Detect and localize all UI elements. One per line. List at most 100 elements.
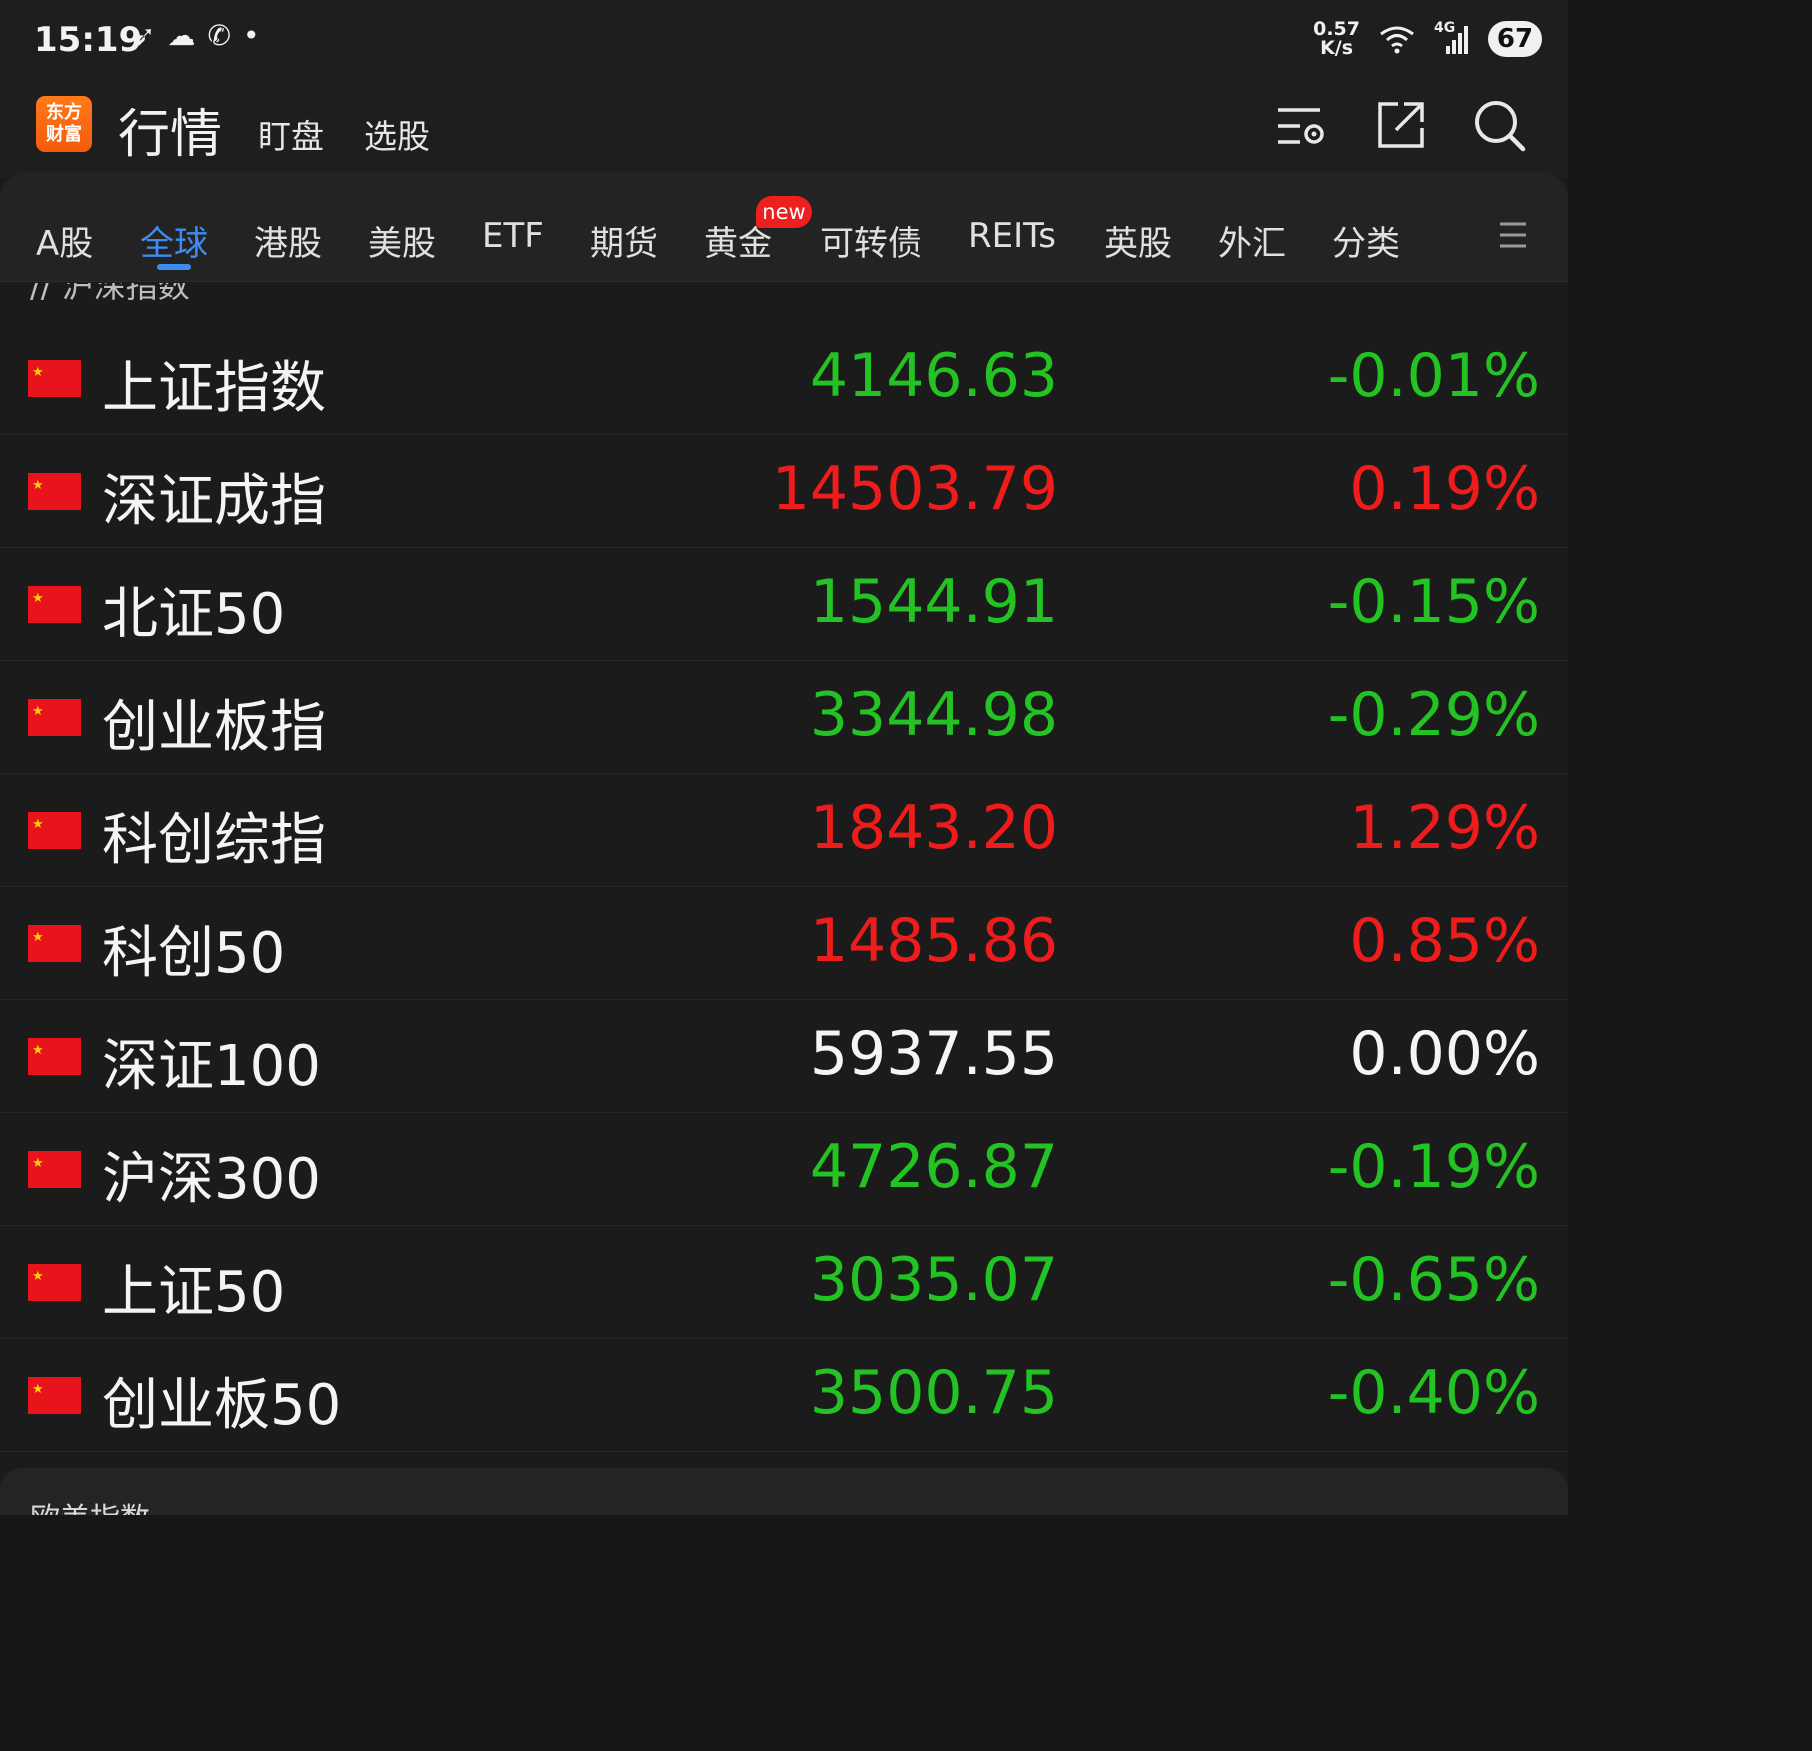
svg-text:★: ★ bbox=[32, 478, 44, 493]
index-row[interactable]: ★ 创业板50 3500.75 -0.40% bbox=[0, 1340, 1568, 1452]
index-change: 1.29% bbox=[1349, 793, 1540, 863]
tab-convertible-bonds[interactable]: 可转债 bbox=[820, 216, 922, 265]
index-name: 科创50 bbox=[102, 921, 286, 986]
svg-text:★: ★ bbox=[32, 1156, 44, 1171]
index-name: 深证成指 bbox=[102, 469, 326, 534]
index-price: 5937.55 bbox=[809, 1019, 1058, 1089]
menu-icon[interactable] bbox=[1498, 218, 1528, 252]
net-speed-unit: K/s bbox=[1320, 37, 1354, 59]
index-name: 创业板50 bbox=[102, 1373, 342, 1438]
index-name: 深证100 bbox=[102, 1034, 321, 1099]
index-change: -0.15% bbox=[1327, 567, 1540, 637]
index-change: -0.19% bbox=[1327, 1132, 1540, 1202]
index-price: 3035.07 bbox=[809, 1245, 1058, 1315]
app-logo[interactable]: 东方 财富 bbox=[36, 96, 92, 152]
status-time: 15:19 bbox=[34, 20, 143, 60]
tab-reits[interactable]: REITs bbox=[968, 216, 1056, 256]
section-header-western-indices[interactable]: 欧美指数 bbox=[0, 1468, 1568, 1515]
svg-text:★: ★ bbox=[32, 1269, 44, 1284]
send-icon: ➶ bbox=[132, 19, 156, 52]
index-row[interactable]: ★ 科创50 1485.86 0.85% bbox=[0, 888, 1568, 1000]
index-price: 1843.20 bbox=[809, 793, 1058, 863]
dot-icon: • bbox=[242, 19, 260, 52]
index-change: 0.19% bbox=[1349, 454, 1540, 524]
index-name: 上证指数 bbox=[102, 356, 326, 421]
index-price: 3344.98 bbox=[809, 680, 1058, 750]
tab-a-shares[interactable]: A股 bbox=[36, 216, 93, 265]
index-name: 创业板指 bbox=[102, 695, 326, 760]
china-flag-icon: ★ bbox=[28, 1264, 81, 1301]
system-status: 0.57 K/s 4G 67 bbox=[1313, 20, 1542, 58]
section-header-cn-indices[interactable]: // 沪深指数 bbox=[0, 283, 1568, 323]
china-flag-icon: ★ bbox=[28, 1038, 81, 1075]
market-screen: 15:19 ➶ ☁ ✆ • 0.57 K/s 4G 67 东方 财富 行情 盯盘… bbox=[0, 0, 1568, 1515]
wifi-icon bbox=[1380, 26, 1414, 54]
section-title-cn-indices: // 沪深指数 bbox=[30, 283, 190, 305]
china-flag-icon: ★ bbox=[28, 473, 81, 510]
status-bar: 15:19 ➶ ☁ ✆ • 0.57 K/s 4G 67 bbox=[0, 0, 1568, 86]
logo-text-bottom: 财富 bbox=[46, 124, 82, 145]
wechat-icon: ☁ bbox=[167, 19, 196, 52]
index-row[interactable]: ★ 科创综指 1843.20 1.29% bbox=[0, 775, 1568, 887]
svg-text:★: ★ bbox=[32, 365, 44, 380]
battery-indicator: 67 bbox=[1488, 21, 1542, 57]
china-flag-icon: ★ bbox=[28, 925, 81, 962]
network-speed: 0.57 K/s bbox=[1313, 20, 1360, 58]
page-title[interactable]: 行情 bbox=[118, 92, 222, 167]
list-settings-icon[interactable] bbox=[1274, 96, 1332, 154]
phone-icon: ✆ bbox=[207, 19, 231, 52]
header-tab-watch[interactable]: 盯盘 bbox=[258, 110, 324, 158]
index-row[interactable]: ★ 创业板指 3344.98 -0.29% bbox=[0, 662, 1568, 774]
tab-us-shares[interactable]: 美股 bbox=[368, 216, 436, 265]
tab-futures[interactable]: 期货 bbox=[590, 216, 658, 265]
index-change: -0.65% bbox=[1327, 1245, 1540, 1315]
index-change: -0.29% bbox=[1327, 680, 1540, 750]
notification-icons: ➶ ☁ ✆ • bbox=[132, 22, 259, 50]
index-change: -0.40% bbox=[1327, 1358, 1540, 1428]
china-flag-icon: ★ bbox=[28, 360, 81, 397]
index-row[interactable]: ★ 深证成指 14503.79 0.19% bbox=[0, 436, 1568, 548]
index-price: 1485.86 bbox=[809, 906, 1058, 976]
cellular-signal: 4G bbox=[1434, 20, 1470, 56]
china-flag-icon: ★ bbox=[28, 1377, 81, 1414]
china-flag-icon: ★ bbox=[28, 586, 81, 623]
active-tab-indicator bbox=[157, 264, 191, 270]
svg-text:★: ★ bbox=[32, 704, 44, 719]
share-icon[interactable] bbox=[1372, 96, 1430, 154]
index-row[interactable]: ★ 上证指数 4146.63 -0.01% bbox=[0, 323, 1568, 435]
index-name: 科创综指 bbox=[102, 808, 326, 873]
section-title-western-indices: 欧美指数 bbox=[30, 1494, 150, 1515]
index-price: 4726.87 bbox=[809, 1132, 1058, 1202]
index-row[interactable]: ★ 沪深300 4726.87 -0.19% bbox=[0, 1114, 1568, 1226]
index-row[interactable]: ★ 深证100 5937.55 0.00% bbox=[0, 1001, 1568, 1113]
svg-text:★: ★ bbox=[32, 591, 44, 606]
index-row[interactable]: ★ 北证50 1544.91 -0.15% bbox=[0, 549, 1568, 661]
tab-forex[interactable]: 外汇 bbox=[1218, 216, 1286, 265]
china-flag-icon: ★ bbox=[28, 812, 81, 849]
index-change: 0.85% bbox=[1349, 906, 1540, 976]
svg-text:★: ★ bbox=[32, 1043, 44, 1058]
index-change: 0.00% bbox=[1349, 1019, 1540, 1089]
tab-global[interactable]: 全球 bbox=[140, 216, 208, 265]
tab-etf[interactable]: ETF bbox=[482, 216, 544, 256]
signal-icon bbox=[1446, 26, 1468, 54]
index-name: 北证50 bbox=[102, 582, 286, 647]
index-row[interactable]: ★ 上证50 3035.07 -0.65% bbox=[0, 1227, 1568, 1339]
index-name: 上证50 bbox=[102, 1260, 286, 1325]
tab-uk-shares[interactable]: 英股 bbox=[1104, 216, 1172, 265]
search-icon[interactable] bbox=[1470, 96, 1528, 154]
app-header: 东方 财富 行情 盯盘 选股 bbox=[0, 86, 1568, 178]
tab-categories[interactable]: 分类 bbox=[1332, 216, 1400, 265]
logo-text-top: 东方 bbox=[46, 102, 82, 123]
svg-text:★: ★ bbox=[32, 817, 44, 832]
index-name: 沪深300 bbox=[102, 1147, 321, 1212]
china-flag-icon: ★ bbox=[28, 1151, 81, 1188]
index-price: 4146.63 bbox=[809, 341, 1058, 411]
china-flag-icon: ★ bbox=[28, 699, 81, 736]
index-price: 3500.75 bbox=[809, 1358, 1058, 1428]
svg-text:★: ★ bbox=[32, 1382, 44, 1397]
header-tab-screener[interactable]: 选股 bbox=[364, 110, 430, 158]
index-price: 1544.91 bbox=[809, 567, 1058, 637]
index-price: 14503.79 bbox=[771, 454, 1058, 524]
tab-hk-shares[interactable]: 港股 bbox=[254, 216, 322, 265]
